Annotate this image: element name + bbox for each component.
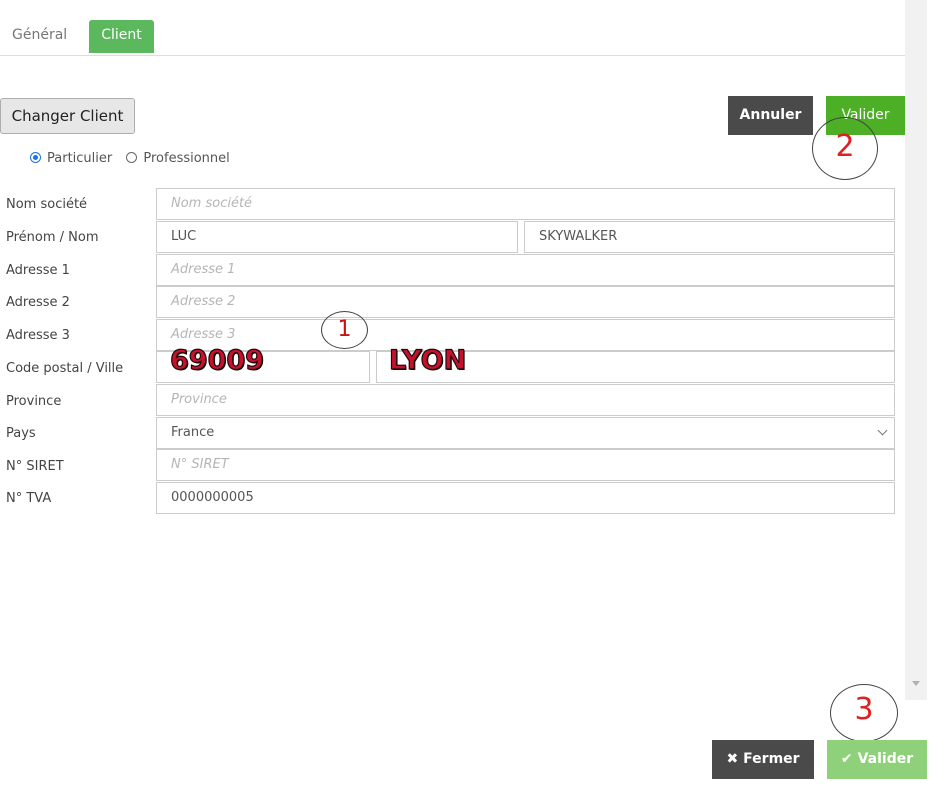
postal-code-value: 69009	[169, 344, 264, 376]
vat-input[interactable]: 0000000005	[156, 482, 895, 514]
annotation-step-1: 1	[321, 311, 368, 349]
last-name-input[interactable]: SKYWALKER	[524, 221, 895, 253]
label-siret: N° SIRET	[6, 459, 64, 474]
country-select[interactable]: France	[156, 417, 895, 449]
siret-input[interactable]: N° SIRET	[156, 449, 895, 481]
close-icon: ✖	[726, 751, 739, 767]
label-company: Nom société	[6, 197, 88, 212]
first-name-input[interactable]: LUC	[156, 221, 518, 253]
scrollbar[interactable]	[905, 0, 927, 700]
company-input[interactable]: Nom société	[156, 188, 895, 220]
close-button-label: Fermer	[743, 751, 800, 767]
label-name: Prénom / Nom	[6, 230, 99, 245]
tab-general[interactable]: Général	[12, 27, 67, 43]
footer-validate-label: Valider	[857, 751, 914, 767]
label-province: Province	[6, 394, 62, 409]
label-address3: Adresse 3	[6, 328, 70, 343]
address2-input[interactable]: Adresse 2	[156, 286, 895, 318]
label-address1: Adresse 1	[6, 263, 70, 278]
label-address2: Adresse 2	[6, 295, 70, 310]
address1-input[interactable]: Adresse 1	[156, 254, 895, 286]
tab-client[interactable]: Client	[89, 20, 154, 53]
cancel-button[interactable]: Annuler	[728, 96, 813, 135]
close-button[interactable]: ✖ Fermer	[712, 740, 814, 779]
address3-input[interactable]: Adresse 3	[156, 319, 895, 351]
radio-label-particulier: Particulier	[47, 151, 113, 166]
chevron-down-icon	[877, 425, 888, 436]
label-postal-city: Code postal / Ville	[6, 361, 124, 376]
country-value: France	[171, 425, 215, 440]
scroll-down-arrow-icon[interactable]	[912, 681, 920, 686]
label-country: Pays	[6, 426, 36, 441]
tab-bar: Général Client	[0, 0, 905, 56]
label-vat: N° TVA	[6, 491, 52, 506]
client-type-radio-group: Particulier Professionnel	[30, 151, 240, 166]
radio-professionnel[interactable]	[126, 152, 138, 163]
annotation-step-2: 2	[812, 117, 878, 180]
city-value: LYON	[388, 344, 467, 376]
check-icon: ✔	[840, 751, 853, 767]
change-client-button[interactable]: Changer Client	[0, 98, 135, 134]
footer-validate-button[interactable]: ✔ Valider	[827, 740, 927, 779]
radio-label-professionnel: Professionnel	[143, 151, 230, 166]
radio-particulier[interactable]	[30, 152, 41, 163]
annotation-step-3: 3	[830, 684, 898, 742]
province-input[interactable]: Province	[156, 384, 895, 416]
